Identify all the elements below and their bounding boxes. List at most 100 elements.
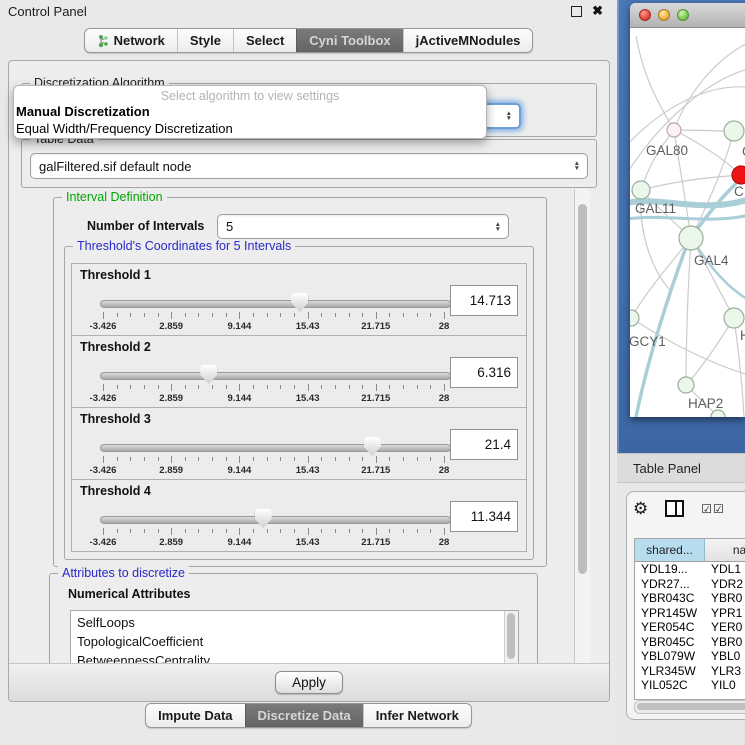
slider-track[interactable]	[100, 372, 451, 380]
attribute-item-topologicalcoefficient[interactable]: TopologicalCoefficient	[71, 632, 518, 651]
split-panel-icon[interactable]	[665, 500, 684, 517]
slider-track[interactable]	[100, 516, 451, 524]
tab-label: Network	[114, 33, 165, 48]
network-node-g[interactable]	[724, 121, 744, 141]
slider-thumb[interactable]	[200, 365, 217, 384]
table-row[interactable]: YBR045CYBR0	[635, 635, 745, 650]
slider-tick	[308, 312, 309, 319]
network-edge[interactable]	[686, 318, 734, 385]
table-cell[interactable]: YPR1	[705, 606, 745, 621]
zoom-traffic-light[interactable]	[677, 9, 689, 21]
table-cell[interactable]: YBR043C	[635, 591, 705, 606]
threshold-value-field[interactable]: 14.713	[450, 285, 518, 316]
numerical-attributes-list[interactable]: SelfLoopsTopologicalCoefficientBetweenne…	[70, 610, 519, 664]
slider-tick	[280, 385, 281, 389]
slider-tick	[376, 312, 377, 319]
table-panel-area: ⚙ ☑☑ shared...na YDL19...YDL1YDR27...YDR…	[617, 484, 745, 745]
interval-definition-group: Interval Definition Number of Intervals …	[53, 197, 547, 567]
table-cell[interactable]: YBR0	[705, 591, 745, 606]
tab-infer-network[interactable]: Infer Network	[363, 704, 471, 727]
table-cell[interactable]: YPR145W	[635, 606, 705, 621]
table-cell[interactable]: YDR2	[705, 577, 745, 592]
slider-tick-label: 28	[439, 537, 450, 548]
table-cell[interactable]: YIL0	[705, 678, 745, 693]
threshold-value-field[interactable]: 11.344	[450, 501, 518, 532]
attributes-list-scrollbar[interactable]	[504, 611, 518, 664]
network-node-hap2[interactable]	[678, 377, 694, 393]
table-cell[interactable]: YDL1	[705, 562, 745, 577]
table-cell[interactable]: YBL079W	[635, 649, 705, 664]
table-row[interactable]: YBL079WYBL0	[635, 649, 745, 664]
float-panel-icon[interactable]	[571, 6, 582, 17]
table-cell[interactable]: YLR3	[705, 664, 745, 679]
table-cell[interactable]: YDR27...	[635, 577, 705, 592]
slider-tick-label: 15.43	[296, 393, 320, 404]
tab-impute-data[interactable]: Impute Data	[146, 704, 244, 727]
table-data-combobox[interactable]: galFiltered.sif default node ▲▼	[30, 153, 588, 179]
table-cell[interactable]: YER054C	[635, 620, 705, 635]
close-traffic-light[interactable]	[639, 9, 651, 21]
network-edge[interactable]	[686, 238, 691, 385]
table-row[interactable]: YIL052CYIL0	[635, 678, 745, 693]
threshold-value-field[interactable]: 21.4	[450, 429, 518, 460]
apply-button[interactable]: Apply	[275, 671, 343, 694]
network-edge[interactable]	[691, 131, 734, 238]
scrollbar-thumb[interactable]	[637, 703, 745, 710]
tab-select[interactable]: Select	[233, 29, 296, 52]
table-row[interactable]: YPR145WYPR1	[635, 606, 745, 621]
network-edge[interactable]	[674, 42, 745, 130]
table-cell[interactable]: YBR0	[705, 635, 745, 650]
algorithm-option-equal-width-frequency-discretization[interactable]: Equal Width/Frequency Discretization	[14, 120, 486, 137]
column-header-na[interactable]: na	[705, 539, 745, 562]
attribute-item-selfloops[interactable]: SelfLoops	[71, 613, 518, 632]
algorithm-option-manual-discretization[interactable]: Manual Discretization	[14, 103, 486, 120]
slider-track[interactable]	[100, 444, 451, 452]
table-row[interactable]: YLR345WYLR3	[635, 664, 745, 679]
table-row[interactable]: YDL19...YDL1	[635, 562, 745, 577]
network-canvas[interactable]: GAL80GCGAL11GAL4GCY1HHAP2	[630, 28, 745, 417]
slider-tick	[362, 313, 363, 317]
table-row[interactable]: YER054CYER0	[635, 620, 745, 635]
network-node-gal80[interactable]	[667, 123, 681, 137]
scrollbar-thumb[interactable]	[578, 204, 587, 574]
table-row[interactable]: YBR043CYBR0	[635, 591, 745, 606]
table-cell[interactable]: YER0	[705, 620, 745, 635]
table-cell[interactable]: YLR345W	[635, 664, 705, 679]
algorithm-popup: Select algorithm to view settings Manual…	[13, 85, 487, 139]
threshold-value-field[interactable]: 6.316	[450, 357, 518, 388]
network-node-c[interactable]	[732, 166, 745, 184]
tab-network[interactable]: Network	[85, 29, 177, 52]
network-node-gal4[interactable]	[679, 226, 703, 250]
minimize-traffic-light[interactable]	[658, 9, 670, 21]
network-node-h[interactable]	[724, 308, 744, 328]
slider-thumb[interactable]	[255, 509, 272, 528]
column-header-shared[interactable]: shared...	[635, 539, 705, 562]
network-node-label: H	[740, 328, 745, 343]
network-node-gcy1[interactable]	[630, 310, 639, 326]
slider-thumb[interactable]	[364, 437, 381, 456]
network-edge[interactable]	[691, 238, 734, 318]
table-cell[interactable]: YDL19...	[635, 562, 705, 577]
tab-jactivemnodules[interactable]: jActiveMNodules	[403, 29, 533, 52]
network-edge[interactable]	[641, 175, 741, 190]
gear-icon[interactable]: ⚙	[633, 500, 648, 517]
scrollbar-thumb[interactable]	[507, 613, 515, 659]
number-of-intervals-combobox[interactable]: 5 ▲▼	[217, 214, 509, 239]
table-cell[interactable]: YBR045C	[635, 635, 705, 650]
slider-thumb[interactable]	[291, 293, 308, 312]
table-cell[interactable]: YBL0	[705, 649, 745, 664]
network-edge[interactable]	[641, 130, 674, 190]
close-icon[interactable]: ✖	[592, 6, 603, 16]
network-edge[interactable]	[636, 36, 674, 130]
table-cell[interactable]: YIL052C	[635, 678, 705, 693]
settings-scrollbar[interactable]	[574, 189, 590, 664]
slider-track[interactable]	[100, 300, 451, 308]
table-hscrollbar[interactable]	[634, 700, 745, 714]
tab-discretize-data[interactable]: Discretize Data	[245, 704, 363, 727]
table-row[interactable]: YDR27...YDR2	[635, 577, 745, 592]
tab-style[interactable]: Style	[177, 29, 233, 52]
tab-cyni-toolbox[interactable]: Cyni Toolbox	[296, 29, 402, 52]
network-node-gal11[interactable]	[632, 181, 650, 199]
select-columns-icon[interactable]: ☑☑	[701, 502, 725, 516]
network-edge[interactable]	[694, 242, 745, 302]
